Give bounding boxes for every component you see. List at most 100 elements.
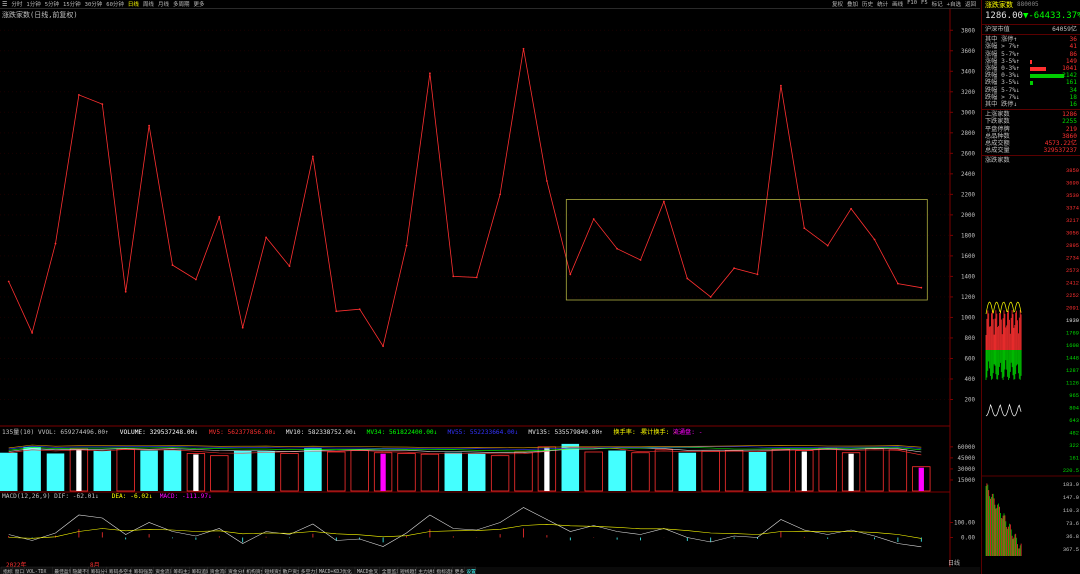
- breadth-point: [54, 242, 57, 245]
- mini-tick-label: 322: [1069, 443, 1079, 449]
- breadth-value: 36: [1069, 36, 1077, 44]
- breadth-point: [218, 216, 221, 218]
- breadth-point: [452, 275, 455, 278]
- summary-value: 3860: [1062, 132, 1077, 140]
- period-label: 日线: [948, 559, 960, 567]
- breadth-point: [522, 47, 525, 50]
- breadth-point: [195, 278, 197, 281]
- y-tick-label: 3200: [961, 90, 975, 96]
- summary-row: 平盘停牌 219: [982, 125, 1080, 133]
- macd-dif-line: [8, 507, 922, 548]
- breadth-bar: [1030, 74, 1064, 79]
- breadth-point: [265, 236, 267, 239]
- y-tick-label: 3000: [961, 110, 975, 116]
- mini-tick-label: 3690: [1066, 181, 1079, 187]
- volume-legend-4: MV34: 561822400.00↓: [367, 429, 438, 436]
- quote-price-row: 1286.00 ▼-64433.37%: [982, 9, 1080, 23]
- breadth-point: [592, 218, 595, 220]
- breadth-point: [639, 259, 642, 261]
- breadth-bar: [1030, 66, 1046, 71]
- summary-row: 总品种数 3860: [982, 133, 1080, 140]
- mini-tick-label: 161: [1069, 456, 1079, 462]
- breadth-point: [429, 72, 431, 75]
- mini-tick-label: 3374: [1066, 206, 1079, 212]
- breadth-label: 涨幅 > 7%↑: [985, 43, 1020, 51]
- summary-row: 下跌家数 2255: [982, 118, 1080, 125]
- mini-tick-label: 3530: [1066, 193, 1079, 199]
- summary-value: 4573.22亿: [1044, 139, 1077, 147]
- summary-label: 平盘停牌: [985, 125, 1010, 133]
- breadth-point: [78, 93, 80, 96]
- summary-label: 下跌家数: [985, 118, 1010, 126]
- breadth-value: 86: [1069, 50, 1077, 58]
- breadth-point: [546, 180, 548, 182]
- breadth-point: [663, 200, 665, 203]
- volume-legend-8: 累计换手: -: [641, 428, 677, 436]
- breadth-value: 1041: [1062, 65, 1077, 73]
- summary-value: 1286: [1062, 111, 1077, 119]
- summary-label: 总成交量: [985, 147, 1010, 155]
- macd-tick-label: 100.00: [954, 521, 975, 527]
- breadth-point: [920, 286, 923, 289]
- breadth-label: 跌幅 > 7%↓: [985, 93, 1020, 101]
- volume-bar: [561, 443, 580, 491]
- breadth-point: [709, 296, 712, 298]
- volume-legend-9: 流通盘: -: [673, 428, 703, 436]
- quote-price: 1286.00: [985, 11, 1023, 21]
- mini-tick-label: 1126: [1066, 381, 1079, 387]
- breadth-label: 其中 跌停↓: [985, 100, 1018, 108]
- mini-tick-label: 2252: [1066, 293, 1079, 299]
- breadth-label: 涨幅 5-7%↑: [985, 50, 1020, 58]
- volume-bar: [304, 448, 322, 491]
- breadth-value: 161: [1065, 79, 1077, 87]
- macd-dea-line: [8, 523, 922, 539]
- volume-legend-3: MV10: 582338752.00↓: [286, 429, 357, 436]
- breadth-value: 16: [1069, 100, 1077, 108]
- volume-bar: [163, 449, 182, 491]
- quote-header: 涨跌家数 880005: [982, 0, 1080, 9]
- summary-rows: 上涨家数 1286 下跌家数 2255 平盘停牌 219 总品种数 3860 总成交额 4573.…: [982, 111, 1080, 154]
- breadth-point: [124, 290, 127, 293]
- summary-value: 2255: [1062, 118, 1077, 126]
- mini-tick-label: 3850: [1066, 168, 1079, 174]
- mini-tick-label-2: 36.8: [1066, 534, 1079, 540]
- breadth-label: 跌幅 3-5%↓: [985, 79, 1020, 87]
- breadth-rows: 其中 涨停↑ 36 涨幅 > 7%↑ 41 涨幅 5-7%↑ 86 涨幅 3-5%↑ 149 涨…: [982, 36, 1080, 108]
- breadth-value: 149: [1065, 57, 1077, 65]
- breadth-point: [382, 345, 384, 348]
- volume-tick-label: 45000: [958, 456, 976, 462]
- volume-bar: [444, 452, 463, 491]
- volume-bar: [140, 450, 158, 491]
- breadth-point: [780, 84, 782, 87]
- bottom-tab-bar: 指标 窗口 VOL-TDX 最佳盈利隐藏不留筹码分布筹码多空主图筹码强势图资金流向筹码…: [0, 566, 980, 574]
- mini-down-line: [985, 403, 1022, 417]
- breadth-row: 涨幅 5-7%↑ 86: [982, 51, 1080, 58]
- chart-area[interactable]: 3800360034003200300028002600240022002000…: [0, 0, 980, 574]
- mini-tick-label: 1287: [1066, 368, 1079, 374]
- breadth-bar: [1030, 59, 1032, 64]
- y-tick-label: 3400: [961, 69, 975, 75]
- mini-tick-label: 220.5: [1063, 468, 1079, 474]
- breadth-row: 跌幅 > 7%↓ 18: [982, 94, 1080, 101]
- volume-bar: [0, 452, 18, 491]
- mini-chart-title: 涨跌家数: [985, 157, 1010, 165]
- macd-legend-0: MACD(12,26,9) DIF: -62.01↓: [2, 493, 99, 500]
- market-cap-value: 64059亿: [1052, 26, 1077, 34]
- breadth-row: 跌幅 3-5%↓ 161: [982, 79, 1080, 86]
- y-tick-label: 2600: [961, 151, 975, 157]
- breadth-point: [475, 276, 478, 279]
- breadth-bar: [1030, 81, 1033, 86]
- market-cap-rows: 沪深市值 64059亿: [982, 26, 1080, 33]
- market-cap-row: 沪深市值 64059亿: [982, 26, 1080, 33]
- macd-legend-2: MACD: -111.97↓: [160, 493, 212, 500]
- summary-row: 总成交量 329537237: [982, 147, 1080, 154]
- volume-bar: [631, 452, 650, 492]
- volume-legend-1: VOLUME: 329537248.00↓: [120, 429, 198, 436]
- y-tick-label: 800: [965, 336, 976, 342]
- summary-label: 总品种数: [985, 132, 1010, 140]
- volume-bar: [327, 451, 346, 492]
- mini-tick-label: 3217: [1066, 218, 1079, 224]
- volume-legend-6: MV135: 535579840.00↑: [528, 429, 603, 436]
- y-tick-label: 3800: [961, 28, 975, 34]
- volume-bar-core: [380, 453, 386, 491]
